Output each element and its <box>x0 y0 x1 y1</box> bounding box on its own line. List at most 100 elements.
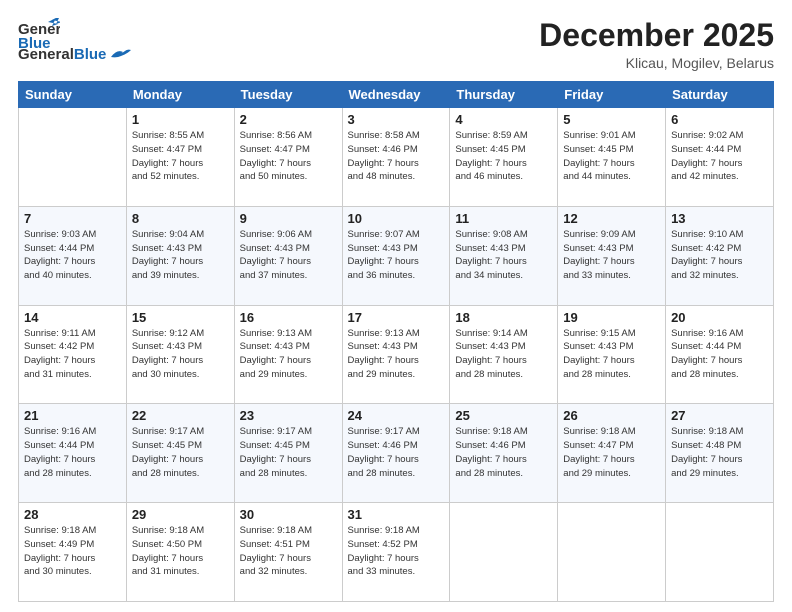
day-number: 29 <box>132 507 229 522</box>
day-number: 24 <box>348 408 445 423</box>
day-cell: 1Sunrise: 8:55 AMSunset: 4:47 PMDaylight… <box>126 108 234 207</box>
day-detail: Sunrise: 9:18 AMSunset: 4:50 PMDaylight:… <box>132 524 229 579</box>
day-cell: 20 Sunrise: 9:16 AMSunset: 4:44 PMDayligh… <box>666 305 774 404</box>
logo-general: General <box>18 46 74 63</box>
day-cell: 31Sunrise: 9:18 AMSunset: 4:52 PMDayligh… <box>342 503 450 602</box>
header: General Blue General Blue December 2025 … <box>18 18 774 71</box>
day-number: 23 <box>240 408 337 423</box>
day-number: 9 <box>240 211 337 226</box>
col-header-monday: Monday <box>126 82 234 108</box>
day-cell: 12Sunrise: 9:09 AMSunset: 4:43 PMDayligh… <box>558 206 666 305</box>
day-detail: Sunrise: 9:17 AMSunset: 4:45 PMDaylight:… <box>240 425 337 480</box>
day-detail: Sunrise: 9:17 AMSunset: 4:45 PMDaylight:… <box>132 425 229 480</box>
col-header-friday: Friday <box>558 82 666 108</box>
calendar-header-row: SundayMondayTuesdayWednesdayThursdayFrid… <box>19 82 774 108</box>
title-block: December 2025 Klicau, Mogilev, Belarus <box>539 18 774 71</box>
day-cell: 16 Sunrise: 9:13 AMSunset: 4:43 PMDayligh… <box>234 305 342 404</box>
day-number: 26 <box>563 408 660 423</box>
day-detail: Sunrise: 9:14 AMSunset: 4:43 PMDaylight:… <box>455 327 552 382</box>
logo: General Blue General Blue <box>18 18 131 63</box>
day-number: 2 <box>240 112 337 127</box>
bird-icon <box>109 47 131 63</box>
day-number: 20 <box>671 310 768 325</box>
week-row-3: 14Sunrise: 9:11 AMSunset: 4:42 PMDayligh… <box>19 305 774 404</box>
day-number: 15 <box>132 310 229 325</box>
day-detail: Sunrise: 9:13 AMSunset: 4:43 PMDaylight:… <box>240 327 337 382</box>
day-number: 1 <box>132 112 229 127</box>
day-detail: Sunrise: 9:16 AMSunset: 4:44 PMDaylight:… <box>671 327 768 382</box>
week-row-4: 21 Sunrise: 9:16 AMSunset: 4:44 PMDayligh… <box>19 404 774 503</box>
day-number: 19 <box>563 310 660 325</box>
day-cell: 21 Sunrise: 9:16 AMSunset: 4:44 PMDayligh… <box>19 404 127 503</box>
day-number: 13 <box>671 211 768 226</box>
day-number: 11 <box>455 211 552 226</box>
day-cell: 3Sunrise: 8:58 AMSunset: 4:46 PMDaylight… <box>342 108 450 207</box>
day-cell: 28 Sunrise: 9:18 AMSunset: 4:49 PMDayligh… <box>19 503 127 602</box>
day-detail: Sunrise: 9:16 AMSunset: 4:44 PMDaylight:… <box>24 425 121 480</box>
day-cell: 8 Sunrise: 9:04 AMSunset: 4:43 PMDaylight… <box>126 206 234 305</box>
day-cell: 4 Sunrise: 8:59 AMSunset: 4:45 PMDaylight… <box>450 108 558 207</box>
day-number: 8 <box>132 211 229 226</box>
day-detail: Sunrise: 9:18 AMSunset: 4:46 PMDaylight:… <box>455 425 552 480</box>
day-cell: 10Sunrise: 9:07 AMSunset: 4:43 PMDayligh… <box>342 206 450 305</box>
month-title: December 2025 <box>539 18 774 53</box>
day-detail: Sunrise: 9:02 AMSunset: 4:44 PMDaylight:… <box>671 129 768 184</box>
day-detail: Sunrise: 9:06 AMSunset: 4:43 PMDaylight:… <box>240 228 337 283</box>
day-number: 14 <box>24 310 121 325</box>
day-detail: Sunrise: 9:18 AMSunset: 4:47 PMDaylight:… <box>563 425 660 480</box>
day-cell: 7 Sunrise: 9:03 AMSunset: 4:44 PMDaylight… <box>19 206 127 305</box>
col-header-sunday: Sunday <box>19 82 127 108</box>
day-number: 7 <box>24 211 121 226</box>
logo-blue: Blue <box>74 46 107 63</box>
day-number: 28 <box>24 507 121 522</box>
day-cell: 26 Sunrise: 9:18 AMSunset: 4:47 PMDayligh… <box>558 404 666 503</box>
day-number: 21 <box>24 408 121 423</box>
day-detail: Sunrise: 8:59 AMSunset: 4:45 PMDaylight:… <box>455 129 552 184</box>
day-number: 17 <box>348 310 445 325</box>
day-detail: Sunrise: 9:13 AMSunset: 4:43 PMDaylight:… <box>348 327 445 382</box>
calendar: SundayMondayTuesdayWednesdayThursdayFrid… <box>18 81 774 602</box>
day-detail: Sunrise: 9:01 AMSunset: 4:45 PMDaylight:… <box>563 129 660 184</box>
day-detail: Sunrise: 9:04 AMSunset: 4:43 PMDaylight:… <box>132 228 229 283</box>
day-cell: 27 Sunrise: 9:18 AMSunset: 4:48 PMDayligh… <box>666 404 774 503</box>
day-number: 5 <box>563 112 660 127</box>
day-cell: 2 Sunrise: 8:56 AMSunset: 4:47 PMDaylight… <box>234 108 342 207</box>
day-detail: Sunrise: 9:18 AMSunset: 4:48 PMDaylight:… <box>671 425 768 480</box>
day-cell: 25 Sunrise: 9:18 AMSunset: 4:46 PMDayligh… <box>450 404 558 503</box>
day-number: 18 <box>455 310 552 325</box>
col-header-wednesday: Wednesday <box>342 82 450 108</box>
day-cell: 15 Sunrise: 9:12 AMSunset: 4:43 PMDayligh… <box>126 305 234 404</box>
day-cell: 14Sunrise: 9:11 AMSunset: 4:42 PMDayligh… <box>19 305 127 404</box>
day-number: 6 <box>671 112 768 127</box>
day-cell: 13Sunrise: 9:10 AMSunset: 4:42 PMDayligh… <box>666 206 774 305</box>
day-detail: Sunrise: 9:17 AMSunset: 4:46 PMDaylight:… <box>348 425 445 480</box>
day-detail: Sunrise: 9:15 AMSunset: 4:43 PMDaylight:… <box>563 327 660 382</box>
day-detail: Sunrise: 9:18 AMSunset: 4:51 PMDaylight:… <box>240 524 337 579</box>
day-cell: 24 Sunrise: 9:17 AMSunset: 4:46 PMDayligh… <box>342 404 450 503</box>
day-detail: Sunrise: 9:03 AMSunset: 4:44 PMDaylight:… <box>24 228 121 283</box>
day-number: 4 <box>455 112 552 127</box>
day-number: 22 <box>132 408 229 423</box>
day-detail: Sunrise: 8:56 AMSunset: 4:47 PMDaylight:… <box>240 129 337 184</box>
col-header-saturday: Saturday <box>666 82 774 108</box>
day-number: 16 <box>240 310 337 325</box>
day-number: 31 <box>348 507 445 522</box>
day-cell: 17 Sunrise: 9:13 AMSunset: 4:43 PMDayligh… <box>342 305 450 404</box>
day-detail: Sunrise: 9:09 AMSunset: 4:43 PMDaylight:… <box>563 228 660 283</box>
col-header-tuesday: Tuesday <box>234 82 342 108</box>
day-detail: Sunrise: 9:12 AMSunset: 4:43 PMDaylight:… <box>132 327 229 382</box>
day-cell: 30Sunrise: 9:18 AMSunset: 4:51 PMDayligh… <box>234 503 342 602</box>
col-header-thursday: Thursday <box>450 82 558 108</box>
day-cell: 23 Sunrise: 9:17 AMSunset: 4:45 PMDayligh… <box>234 404 342 503</box>
day-number: 25 <box>455 408 552 423</box>
day-cell: 18 Sunrise: 9:14 AMSunset: 4:43 PMDayligh… <box>450 305 558 404</box>
day-detail: Sunrise: 9:18 AMSunset: 4:49 PMDaylight:… <box>24 524 121 579</box>
day-number: 27 <box>671 408 768 423</box>
day-cell <box>19 108 127 207</box>
day-cell <box>450 503 558 602</box>
day-cell: 6 Sunrise: 9:02 AMSunset: 4:44 PMDaylight… <box>666 108 774 207</box>
day-cell <box>666 503 774 602</box>
day-cell: 11Sunrise: 9:08 AMSunset: 4:43 PMDayligh… <box>450 206 558 305</box>
week-row-5: 28 Sunrise: 9:18 AMSunset: 4:49 PMDayligh… <box>19 503 774 602</box>
week-row-2: 7 Sunrise: 9:03 AMSunset: 4:44 PMDaylight… <box>19 206 774 305</box>
